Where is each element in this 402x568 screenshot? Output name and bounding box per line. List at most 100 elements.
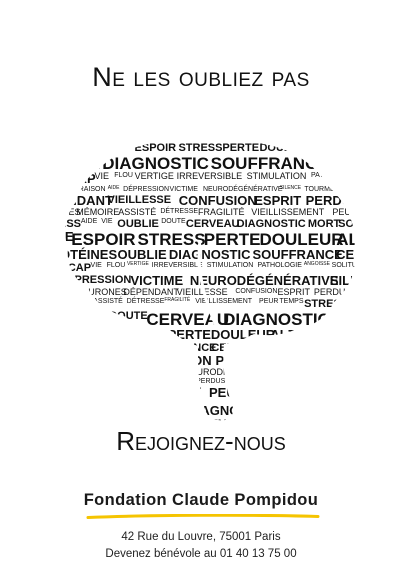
brain-word: ESPRIT	[277, 287, 310, 297]
brain-word: TEMPS	[358, 208, 374, 215]
brain-word: OUBLIE	[46, 403, 95, 418]
brain-word: SYMPTÔMES	[263, 376, 308, 385]
brain-word: PATHOLOGIE	[216, 353, 300, 368]
brain-word: DIAGNOSTIC	[187, 403, 269, 418]
brain-word-cloud: MORTSOUVENIRDOUTEESPOIRSTRESSPERTEDOULEU…	[28, 130, 374, 422]
brain-word: DOULEUR	[259, 142, 313, 154]
brain-word: VERTIGE	[127, 261, 150, 267]
brain-word: HANDICAP	[262, 342, 320, 354]
brain-word: RAISON	[369, 262, 374, 269]
brain-word: ASSISTÉ	[330, 376, 360, 385]
brain-word: MORT	[271, 403, 309, 418]
brain-word: ASSISTÉ	[118, 207, 156, 217]
brain-word: TROUBLES	[225, 378, 263, 385]
brain-word: ESPRIT	[175, 377, 193, 383]
brain-word: IRREVERSIBLE	[152, 262, 203, 269]
brain-word: FLOU	[107, 262, 126, 269]
brain-word: STIMULATION	[124, 353, 212, 368]
brain-word: HANDICAP	[28, 171, 96, 186]
brain-word: MORT	[28, 142, 55, 154]
brain-word: VIEILLESSE	[86, 378, 126, 385]
brain-word: VIE	[28, 403, 41, 413]
brain-word: NEURODÉGÉNÉRATIVE	[203, 184, 283, 193]
brain-word: RAISON	[30, 367, 65, 377]
brain-word: SOUVENIR	[306, 403, 374, 418]
brain-word: PROTÉINES	[42, 247, 117, 262]
headline: Ne les oubliez pas	[92, 62, 310, 92]
brain-word: PERTE	[128, 418, 165, 422]
address: 42 Rue du Louvre, 75001 Paris	[121, 531, 281, 543]
brain-word: TEMPS	[244, 385, 289, 400]
brain-word: PERTE	[222, 142, 259, 154]
brain-word: PERDUS	[306, 193, 361, 208]
brain-word: PROTÉINES	[280, 417, 344, 422]
brain-word: OUBLIE	[28, 342, 67, 354]
brain-word: DÉTRESSE	[363, 376, 374, 385]
brain-word: ASSISTÉ	[93, 296, 123, 305]
brain-word: TROUBLES	[350, 287, 374, 297]
brain-word: NEURONES	[372, 368, 374, 375]
brain-word: STRESS	[304, 298, 348, 310]
brain-word: TEMPS	[279, 298, 303, 305]
brain-word: IRREVERSIBLE	[39, 354, 120, 366]
brain-word: SOUFFRANCE	[253, 247, 344, 262]
brain-word: DOULEUR	[165, 418, 219, 422]
brain-word: FRAGILITÉ	[35, 385, 104, 400]
brain-word: ALZHEIMER	[310, 142, 374, 154]
brain-word: DÉPRESSION	[92, 367, 151, 377]
brain-word: AIDE	[66, 367, 87, 377]
organization-name: Fondation Claude Pompidou	[83, 491, 319, 509]
brain-word: OUBLIE	[36, 154, 100, 173]
brain-illustration: MORTSOUVENIRDOUTEESPOIRSTRESSPERTEDOULEU…	[28, 136, 374, 422]
brain-word: CERVEAU	[128, 403, 191, 418]
brain-word: DÉTRESSE	[160, 206, 198, 215]
brain-word: VIE	[368, 298, 374, 305]
brain-word: CERVEAU	[186, 218, 240, 230]
brain-word: DÉPRESSION	[123, 184, 169, 193]
brain-word: STRESS	[116, 327, 168, 342]
brain-word: STRESS	[37, 218, 81, 230]
brain-word: PERDUS	[196, 378, 226, 385]
brain-word: DOUTE	[161, 218, 186, 225]
brain-word: OUBLIE	[43, 310, 107, 329]
brain-word: PERDUS	[314, 287, 352, 297]
brain-word: STRESS	[84, 418, 128, 422]
brain-word: SILENCE	[282, 367, 321, 377]
brain-word: AIDE	[28, 273, 55, 288]
brain-word: VIEILLESSE	[108, 194, 172, 206]
brain-word: VIEILLISSEMENT	[195, 298, 253, 305]
brain-word: CONFUSION	[179, 193, 257, 208]
brain-word: STIMULATION	[207, 262, 254, 269]
brain-word: STRESS	[288, 386, 356, 405]
brain-word: ESPOIR	[135, 142, 177, 154]
brain-word: DÉPRESSION	[59, 273, 131, 286]
brain-word: TOURMENT	[38, 288, 78, 295]
brain-word: PATHOLOGIE	[257, 262, 302, 269]
brain-word: SILENCE	[330, 273, 374, 288]
brain-word: FLOU	[114, 172, 133, 179]
brain-word: ANGOISSE	[357, 171, 374, 181]
brain-word: AIDE	[348, 298, 365, 305]
brain-word: PROTÉINES	[346, 327, 374, 342]
brain-word: PEUR	[259, 298, 278, 305]
brain-word: ANGOISSE	[299, 353, 368, 368]
brain-word: FRAGILITÉ	[164, 296, 191, 303]
brain-word: SOLITUDE	[367, 354, 374, 366]
brain-word: ESPRIT	[254, 193, 301, 208]
brain-word: CONFUSION	[235, 288, 277, 295]
brain-word: DOUTE	[34, 327, 66, 337]
brain-word: MORT	[332, 310, 374, 329]
brain-word: TROUBLES	[357, 194, 374, 206]
brain-word: DOUTE	[109, 310, 147, 322]
brain-word: MÉMOIRE	[305, 376, 330, 383]
brain-word: VIE	[91, 262, 103, 269]
brain-word: DIAGNOSTIC	[69, 342, 138, 354]
brain-word: CONFUSION	[132, 378, 174, 385]
brain-word: FRAGILITÉ	[198, 207, 245, 217]
brain-word: PATHOLOGIE	[311, 172, 356, 179]
brain-word: STIMULATION	[247, 171, 307, 181]
brain-word: SYMPTÔMES	[29, 296, 62, 303]
brain-word: TOURMENT	[324, 367, 374, 377]
brain-word: TOURMENT	[304, 186, 344, 193]
brain-word: VIEILLISSEMENT	[251, 207, 325, 217]
